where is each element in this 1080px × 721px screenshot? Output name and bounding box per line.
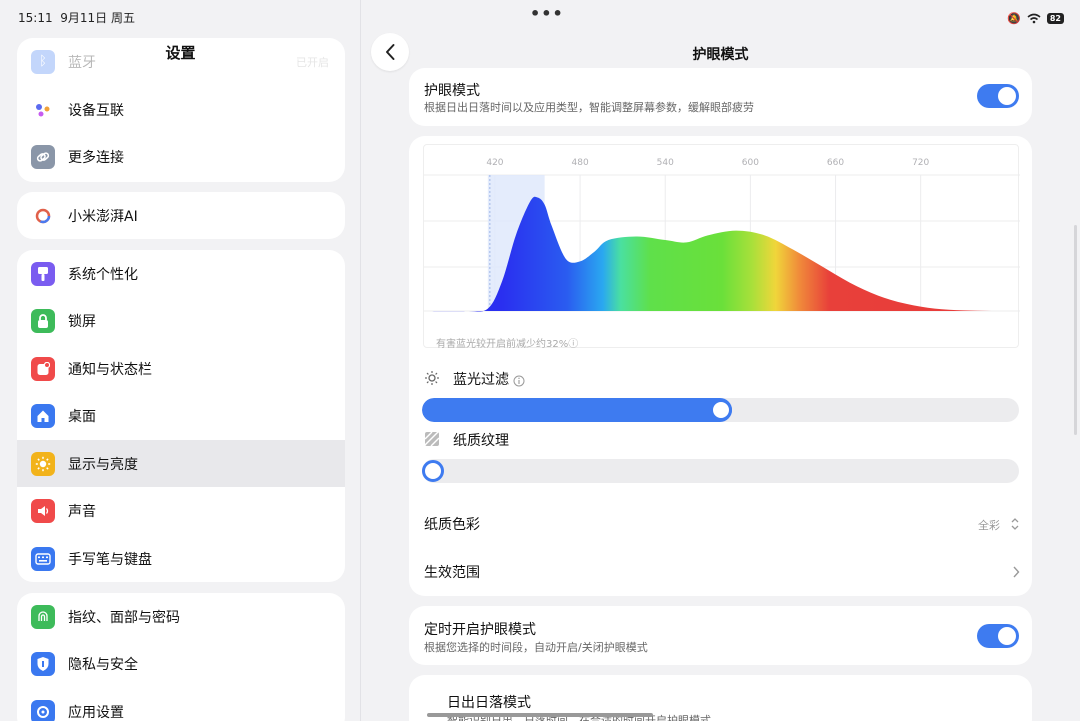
sidebar-item-label: 隐私与安全 bbox=[68, 656, 138, 673]
paper-color-label: 纸质色彩 bbox=[424, 517, 480, 533]
timer-card: 定时开启护眼模式 根据您选择的时间段，自动开启/关闭护眼模式 bbox=[409, 606, 1032, 665]
device-link-icon bbox=[31, 98, 55, 122]
app-settings-icon bbox=[31, 699, 55, 721]
x-tick-label: 660 bbox=[827, 158, 844, 168]
paper-color-row[interactable]: 纸质色彩 全彩 bbox=[409, 502, 1032, 546]
security-card: 指纹、面部与密码 隐私与安全 应用设置 bbox=[17, 593, 345, 721]
timer-title: 定时开启护眼模式 bbox=[424, 622, 536, 638]
scrollbar[interactable] bbox=[1074, 225, 1077, 435]
spectrum-chart: 420 480 540 600 660 720 有害蓝光较开启前减少约32%ⓘ bbox=[423, 144, 1020, 350]
sidebar-item-stylus-keyboard[interactable]: 手写笔与键盘 bbox=[17, 535, 345, 582]
x-tick-label: 600 bbox=[742, 158, 759, 168]
sunrise-title: 日出日落模式 bbox=[447, 695, 531, 711]
sidebar-item-label: 指纹、面部与密码 bbox=[68, 609, 180, 626]
status-icons: 🔕 82 bbox=[1007, 9, 1064, 28]
chart-note: 有害蓝光较开启前减少约32%ⓘ bbox=[436, 339, 579, 350]
wifi-icon bbox=[1027, 9, 1041, 28]
x-tick-label: 540 bbox=[657, 158, 674, 168]
paper-color-value: 全彩 bbox=[978, 519, 1000, 532]
sidebar-item-device-link[interactable]: 设备互联 bbox=[17, 86, 345, 133]
sidebar-item-sound[interactable]: 声音 bbox=[17, 487, 345, 534]
toggle-knob bbox=[998, 87, 1016, 105]
sidebar-item-more-connections[interactable]: 更多连接 bbox=[17, 133, 345, 180]
shield-icon bbox=[31, 651, 55, 676]
link-icon bbox=[31, 144, 55, 169]
eye-mode-toggle[interactable] bbox=[977, 84, 1019, 108]
sidebar-item-home-screen[interactable]: 桌面 bbox=[17, 392, 345, 439]
info-icon[interactable] bbox=[513, 372, 525, 391]
eye-care-detail-pane: 护眼模式 护眼模式 根据日出日落时间以及应用类型，智能调整屏幕参数，缓解眼部疲劳 bbox=[361, 0, 1080, 721]
sidebar-item-label: 应用设置 bbox=[68, 704, 124, 721]
sidebar-item-label: 更多连接 bbox=[68, 149, 124, 166]
sidebar-item-display[interactable]: 显示与亮度 bbox=[17, 440, 345, 487]
ai-card: 小米澎湃AI bbox=[17, 192, 345, 239]
mute-icon: 🔕 bbox=[1007, 12, 1021, 25]
home-icon bbox=[31, 403, 55, 428]
brush-icon bbox=[31, 261, 55, 286]
sidebar-item-lockscreen[interactable]: 锁屏 bbox=[17, 297, 345, 344]
sun-small-icon bbox=[424, 370, 440, 390]
multitask-dots[interactable]: ••• bbox=[530, 4, 564, 23]
sidebar-item-notifications[interactable]: 通知与状态栏 bbox=[17, 345, 345, 392]
paper-texture-label: 纸质纹理 bbox=[453, 433, 509, 449]
sidebar-item-label: 桌面 bbox=[68, 408, 96, 425]
scope-row[interactable]: 生效范围 bbox=[409, 550, 1032, 594]
fingerprint-icon bbox=[31, 604, 55, 629]
blue-filter-label: 蓝光过滤 bbox=[453, 372, 509, 388]
battery-icon: 82 bbox=[1046, 13, 1064, 24]
sidebar-item-label: 设备互联 bbox=[68, 102, 124, 119]
personalization-card: 系统个性化 锁屏 通知与状态栏 桌面 显示与亮度 声音 手写笔与键盘 bbox=[17, 250, 345, 582]
sidebar-title: 设置 bbox=[165, 44, 196, 62]
timer-toggle[interactable] bbox=[977, 624, 1019, 648]
lock-icon bbox=[31, 308, 55, 333]
sidebar-item-label: 通知与状态栏 bbox=[68, 361, 152, 378]
eye-mode-card: 护眼模式 根据日出日落时间以及应用类型，智能调整屏幕参数，缓解眼部疲劳 bbox=[409, 68, 1032, 126]
eye-mode-title: 护眼模式 bbox=[424, 83, 480, 99]
spectrum-svg: 420 480 540 600 660 720 bbox=[424, 158, 1020, 312]
chevron-updown-icon bbox=[1010, 516, 1020, 535]
sidebar-item-label: 声音 bbox=[68, 503, 96, 520]
timer-subtitle: 根据您选择的时间段，自动开启/关闭护眼模式 bbox=[424, 641, 648, 654]
hyperos-ai-icon bbox=[31, 204, 55, 228]
paper-texture-slider[interactable] bbox=[422, 459, 1019, 483]
x-tick-label: 480 bbox=[572, 158, 589, 168]
x-tick-label: 720 bbox=[912, 158, 929, 168]
texture-icon bbox=[424, 431, 440, 451]
keyboard-icon bbox=[31, 546, 55, 571]
sidebar-item-app-settings[interactable]: 应用设置 bbox=[17, 688, 345, 721]
sidebar-item-label: 显示与亮度 bbox=[68, 456, 138, 473]
sidebar-item-privacy[interactable]: 隐私与安全 bbox=[17, 640, 345, 687]
blue-filter-thumb[interactable] bbox=[709, 399, 732, 421]
eye-mode-subtitle: 根据日出日落时间以及应用类型，智能调整屏幕参数，缓解眼部疲劳 bbox=[424, 101, 754, 114]
eye-mode-settings-card: 420 480 540 600 660 720 有害蓝光较开启前减少约32%ⓘ 蓝光过滤 … bbox=[409, 136, 1032, 596]
toggle-knob bbox=[998, 627, 1016, 645]
sidebar-item-label: 手写笔与键盘 bbox=[68, 551, 152, 568]
sidebar-item-personalization[interactable]: 系统个性化 bbox=[17, 250, 345, 297]
sidebar-item-label: 锁屏 bbox=[68, 313, 96, 330]
notification-icon bbox=[31, 356, 55, 381]
x-tick-label: 420 bbox=[486, 158, 503, 168]
status-time: 15:11 9月11日 周五 bbox=[18, 11, 135, 25]
scope-label: 生效范围 bbox=[424, 565, 480, 581]
sidebar-item-label: 系统个性化 bbox=[68, 266, 138, 283]
blue-filter-fill bbox=[422, 398, 732, 422]
sidebar-item-label: 小米澎湃AI bbox=[68, 208, 138, 225]
page-title: 护眼模式 bbox=[692, 47, 749, 63]
sun-icon bbox=[31, 451, 55, 476]
speaker-icon bbox=[31, 498, 55, 523]
sidebar-item-hyper-ai[interactable]: 小米澎湃AI bbox=[17, 192, 345, 239]
status-bar: 15:11 9月11日 周五 ••• 🔕 82 bbox=[0, 0, 1080, 32]
chevron-right-icon bbox=[1012, 564, 1020, 583]
paper-texture-thumb[interactable] bbox=[422, 460, 444, 482]
sidebar-item-fingerprint[interactable]: 指纹、面部与密码 bbox=[17, 593, 345, 640]
home-indicator[interactable] bbox=[427, 713, 653, 717]
settings-sidebar: 设置 ᛒ 蓝牙 已开启 设备互联 更多连接 小米澎湃AI 系统个性化 锁屏 通知… bbox=[0, 0, 361, 721]
